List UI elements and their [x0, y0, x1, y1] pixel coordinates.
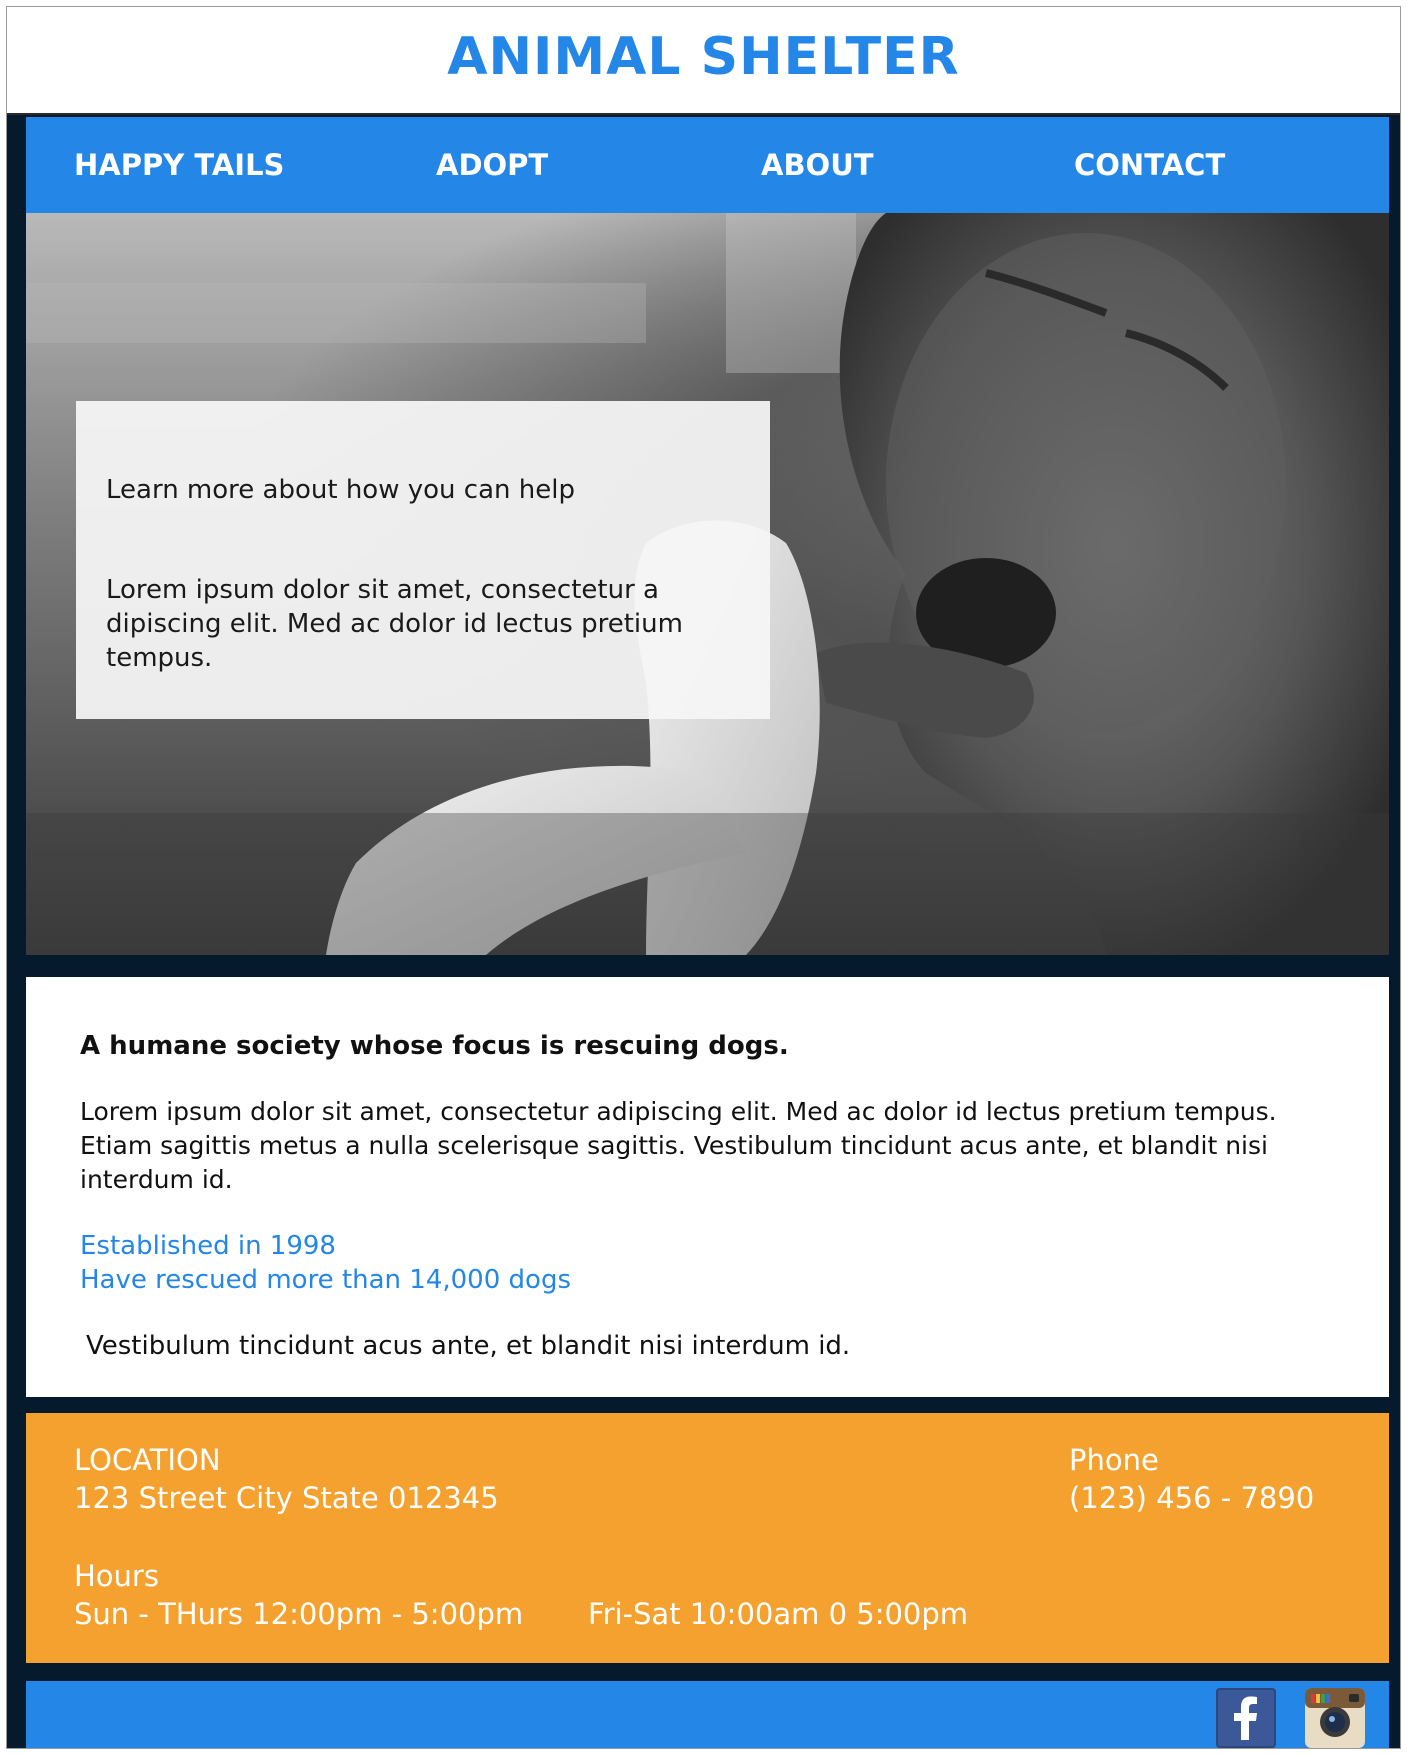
hours-weekend: Fri-Sat 10:00am 0 5:00pm — [588, 1597, 969, 1631]
stat-established: Established in 1998 — [80, 1231, 336, 1261]
main-nav: HAPPY TAILS ADOPT ABOUT CONTACT — [26, 117, 1389, 213]
instagram-icon[interactable] — [1305, 1688, 1365, 1748]
phone-value[interactable]: (123) 456 - 7890 — [1069, 1479, 1314, 1517]
hero-card-heading[interactable]: Learn more about how you can help — [106, 473, 740, 507]
location-label: LOCATION — [74, 1443, 221, 1477]
hero-card: Learn more about how you can help Lorem … — [76, 401, 770, 719]
nav-item-about[interactable]: ABOUT — [761, 117, 874, 213]
about-heading: A humane society whose focus is rescuing… — [80, 1031, 789, 1061]
page-frame: ANIMAL SHELTER HAPPY TAILS ADOPT ABOUT C… — [6, 6, 1401, 1749]
hours-label: Hours — [74, 1559, 159, 1593]
facebook-icon[interactable] — [1216, 1688, 1276, 1748]
phone-label: Phone — [1069, 1443, 1159, 1477]
site-footer — [26, 1681, 1389, 1748]
location-value: 123 Street City State 012345 — [74, 1481, 499, 1515]
nav-item-happy-tails[interactable]: HAPPY TAILS — [74, 117, 284, 213]
about-stats: Established in 1998 Have rescued more th… — [80, 1229, 1337, 1297]
nav-item-contact[interactable]: CONTACT — [1074, 117, 1225, 213]
hours-weekday: Sun - THurs 12:00pm - 5:00pm — [74, 1597, 524, 1631]
info-section: LOCATION 123 Street City State 012345 Ph… — [26, 1413, 1389, 1663]
stat-rescued: Have rescued more than 14,000 dogs — [80, 1265, 571, 1295]
hero-card-text: Lorem ipsum dolor sit amet, consectetur … — [106, 575, 683, 673]
nav-item-adopt[interactable]: ADOPT — [436, 117, 548, 213]
about-closing: Vestibulum tincidunt acus ante, et bland… — [86, 1331, 851, 1361]
about-body: Lorem ipsum dolor sit amet, consectetur … — [80, 1097, 1277, 1194]
about-section: A humane society whose focus is rescuing… — [26, 977, 1389, 1397]
site-header: ANIMAL SHELTER — [7, 7, 1400, 115]
site-title[interactable]: ANIMAL SHELTER — [447, 27, 959, 87]
hero-section: Learn more about how you can help Lorem … — [26, 213, 1389, 955]
